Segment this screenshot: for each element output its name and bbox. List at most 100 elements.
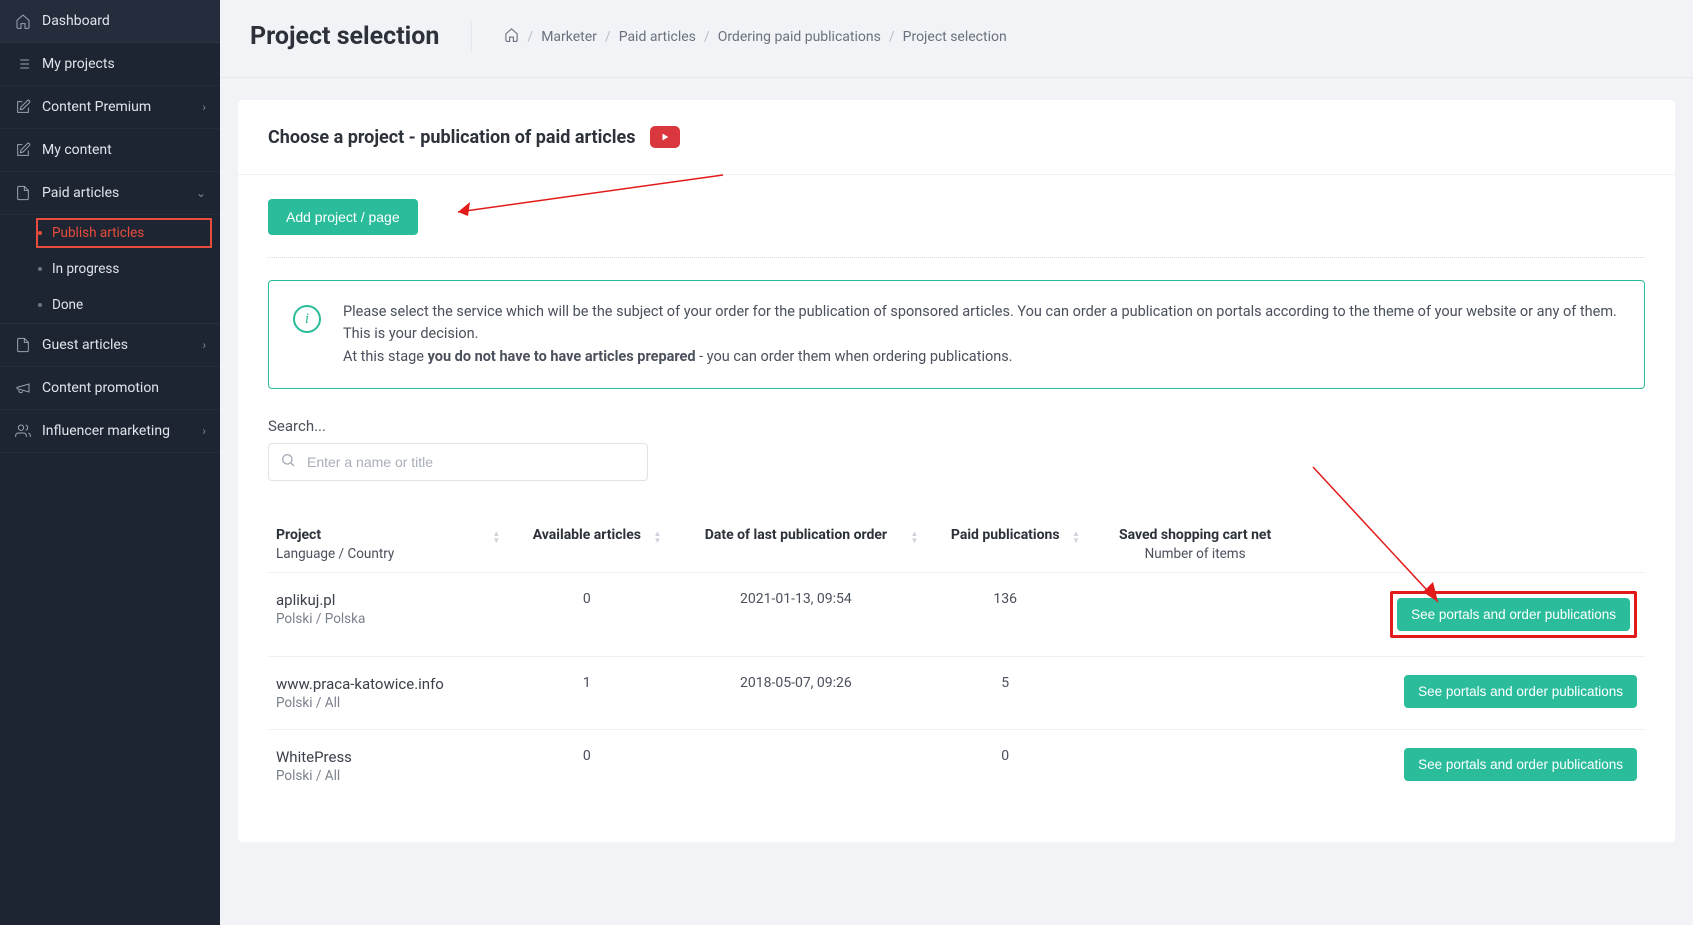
project-meta: Polski / All — [276, 695, 498, 711]
th-date[interactable]: Date of last publication order ▲▼ — [667, 517, 924, 573]
info-icon: i — [293, 305, 321, 333]
sidebar-subitem-in-progress[interactable]: In progress — [28, 251, 220, 287]
sidebar-item-label: My content — [42, 142, 206, 158]
search-icon — [280, 452, 296, 472]
cell-paid: 136 — [924, 573, 1086, 657]
cell-available: 1 — [506, 657, 667, 730]
table-row: WhitePress Polski / All 0 0 See portals … — [268, 730, 1645, 803]
sidebar-item-label: Content Premium — [42, 99, 202, 115]
project-meta: Polski / Polska — [276, 611, 498, 627]
sidebar-subitem-done[interactable]: Done — [28, 287, 220, 323]
info-line1: Please select the service which will be … — [343, 303, 1617, 342]
th-available[interactable]: Available articles ▲▼ — [506, 517, 667, 573]
divider — [268, 257, 1645, 258]
breadcrumb-separator: / — [889, 29, 895, 45]
megaphone-icon — [14, 379, 32, 397]
cell-available: 0 — [506, 730, 667, 803]
sidebar-subitem-publish-articles[interactable]: Publish articles — [28, 215, 220, 251]
info-line2c: - you can order them when ordering publi… — [696, 348, 1013, 365]
sidebar-item-label: Content promotion — [42, 380, 206, 396]
th-paid[interactable]: Paid publications ▲▼ — [924, 517, 1086, 573]
sidebar-item-label: Publish articles — [52, 225, 206, 241]
info-line2b: you do not have to have articles prepare… — [428, 348, 696, 365]
cell-available: 0 — [506, 573, 667, 657]
breadcrumb: / Marketer / Paid articles / Ordering pa… — [504, 27, 1006, 46]
chevron-right-icon: › — [202, 338, 206, 352]
chevron-right-icon: › — [202, 424, 206, 438]
home-icon[interactable] — [504, 27, 519, 46]
sort-icon: ▲▼ — [1072, 531, 1080, 544]
main-content: Project selection / Marketer / Paid arti… — [220, 0, 1693, 925]
page-title: Project selection — [250, 22, 472, 51]
cell-paid: 5 — [924, 657, 1086, 730]
edit-icon — [14, 98, 32, 116]
sort-icon: ▲▼ — [653, 531, 661, 544]
cell-cart — [1086, 573, 1304, 657]
sidebar-item-label: Done — [52, 297, 206, 313]
list-icon — [14, 55, 32, 73]
sidebar-item-influencer-marketing[interactable]: Influencer marketing › — [0, 410, 220, 453]
sidebar-item-paid-articles[interactable]: Paid articles ⌄ — [0, 172, 220, 215]
project-meta: Polski / All — [276, 768, 498, 784]
chevron-down-icon: ⌄ — [196, 186, 206, 200]
card-title: Choose a project - publication of paid a… — [268, 127, 636, 148]
sidebar-item-label: Dashboard — [42, 13, 206, 29]
cell-cart — [1086, 730, 1304, 803]
projects-table: Project Language / Country ▲▼ Available … — [268, 517, 1645, 802]
order-publications-button[interactable]: See portals and order publications — [1404, 748, 1637, 781]
order-publications-button[interactable]: See portals and order publications — [1397, 598, 1630, 631]
sidebar-submenu-paid-articles: Publish articles In progress Done — [0, 215, 220, 323]
info-box: i Please select the service which will b… — [268, 280, 1645, 389]
cell-date: 2021-01-13, 09:54 — [667, 573, 924, 657]
sidebar-item-label: Guest articles — [42, 337, 202, 353]
users-icon — [14, 422, 32, 440]
search-input[interactable] — [268, 443, 648, 481]
info-text: Please select the service which will be … — [343, 301, 1620, 368]
th-project[interactable]: Project Language / Country ▲▼ — [268, 517, 506, 573]
sort-icon: ▲▼ — [911, 531, 919, 544]
annotation-highlight-box: See portals and order publications — [1390, 591, 1637, 638]
bullet-icon — [38, 267, 42, 271]
sort-icon: ▲▼ — [492, 531, 500, 544]
th-cart: Saved shopping cart net Number of items — [1086, 517, 1304, 573]
sidebar-item-label: Influencer marketing — [42, 423, 202, 439]
youtube-icon[interactable] — [650, 126, 680, 148]
breadcrumb-link[interactable]: Marketer — [541, 29, 597, 45]
sidebar-item-my-content[interactable]: My content — [0, 129, 220, 172]
bullet-icon — [38, 303, 42, 307]
breadcrumb-separator: / — [527, 29, 533, 45]
add-project-button[interactable]: Add project / page — [268, 199, 418, 235]
breadcrumb-link[interactable]: Ordering paid publications — [718, 29, 881, 45]
th-actions — [1304, 517, 1645, 573]
home-icon — [14, 12, 32, 30]
sidebar-item-my-projects[interactable]: My projects — [0, 43, 220, 86]
info-line2a: At this stage — [343, 348, 428, 365]
breadcrumb-current: Project selection — [903, 29, 1007, 45]
bullet-icon — [38, 231, 42, 235]
breadcrumb-separator: / — [605, 29, 611, 45]
sidebar-item-label: Paid articles — [42, 185, 196, 201]
cell-date: 2018-05-07, 09:26 — [667, 657, 924, 730]
table-row: aplikuj.pl Polski / Polska 0 2021-01-13,… — [268, 573, 1645, 657]
breadcrumb-link[interactable]: Paid articles — [619, 29, 696, 45]
search-block: Search... — [268, 417, 1645, 481]
order-publications-button[interactable]: See portals and order publications — [1404, 675, 1637, 708]
project-name: www.praca-katowice.info — [276, 675, 498, 693]
sidebar-item-guest-articles[interactable]: Guest articles › — [0, 324, 220, 367]
cell-paid: 0 — [924, 730, 1086, 803]
sidebar-item-label: In progress — [52, 261, 206, 277]
sidebar-item-label: My projects — [42, 56, 206, 72]
chevron-right-icon: › — [202, 100, 206, 114]
card-header: Choose a project - publication of paid a… — [238, 100, 1675, 175]
sidebar: Dashboard My projects Content Premium › … — [0, 0, 220, 925]
table-row: www.praca-katowice.info Polski / All 1 2… — [268, 657, 1645, 730]
sidebar-item-content-premium[interactable]: Content Premium › — [0, 86, 220, 129]
content-card: Choose a project - publication of paid a… — [238, 100, 1675, 842]
sidebar-item-content-promotion[interactable]: Content promotion — [0, 367, 220, 410]
edit-icon — [14, 141, 32, 159]
file-icon — [14, 184, 32, 202]
cell-date — [667, 730, 924, 803]
file-icon — [14, 336, 32, 354]
project-name: aplikuj.pl — [276, 591, 498, 609]
sidebar-item-dashboard[interactable]: Dashboard — [0, 0, 220, 43]
